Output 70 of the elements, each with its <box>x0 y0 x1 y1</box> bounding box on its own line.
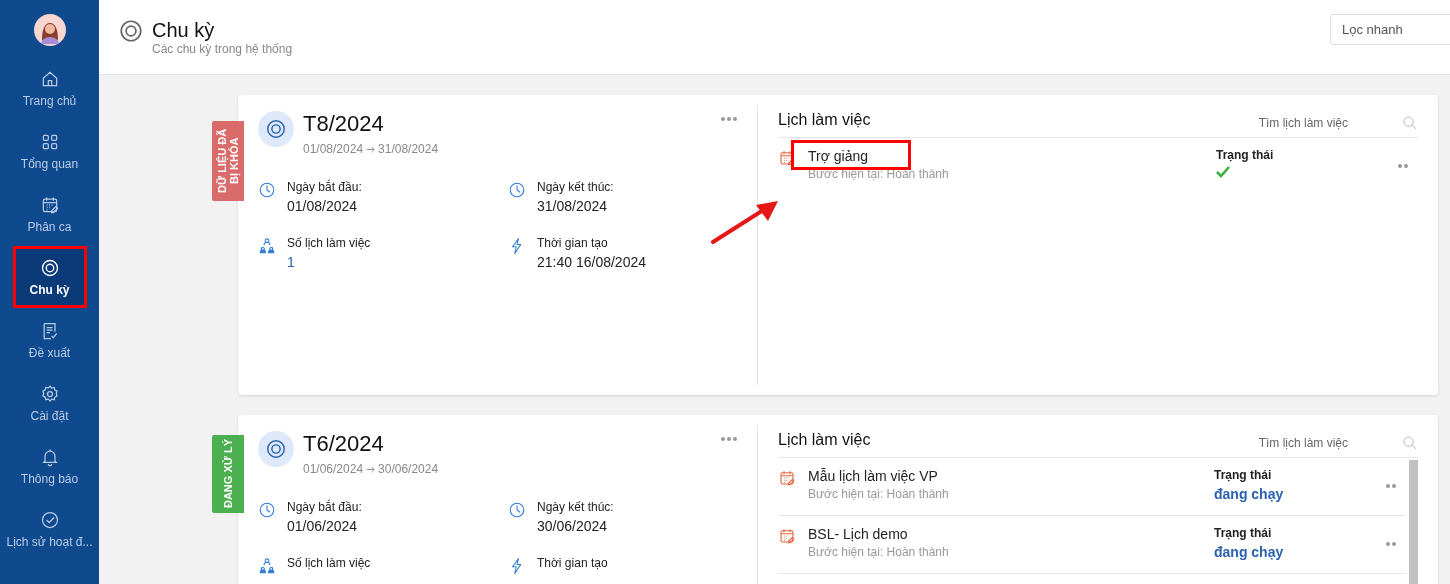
search-icon <box>1402 115 1418 131</box>
calendar-icon <box>778 527 796 545</box>
calendar-icon <box>778 469 796 487</box>
start-date: 01/06/2024 <box>303 462 364 476</box>
status-text: đang chạy <box>1214 486 1285 502</box>
end-date: 30/06/2024 <box>378 462 439 476</box>
clock-icon <box>508 181 526 199</box>
field-label: Thời gian tạo <box>537 556 608 570</box>
field-value: 21:40 16/08/2024 <box>537 254 646 270</box>
settings-icon <box>39 383 60 404</box>
schedule-step: Bước hiện tại: Hoàn thành <box>808 545 1202 559</box>
check-icon <box>1216 166 1230 178</box>
status-text: đang chạy <box>1214 544 1285 560</box>
field-label: Số lịch làm việc <box>287 236 371 250</box>
end-date: 31/08/2024 <box>378 142 439 156</box>
target-icon <box>265 438 287 460</box>
schedule-name[interactable]: BSL- Lịch demo <box>808 526 908 542</box>
field-label: Ngày kết thúc: <box>537 180 614 194</box>
search-icon <box>1402 435 1418 451</box>
field-label: Ngày kết thúc: <box>537 500 614 514</box>
schedule-step: Bước hiện tại: Hoàn thành <box>808 487 1202 501</box>
nav-item[interactable]: Chu kỳ <box>13 247 86 307</box>
status-tag: ĐANG XỬ LÝ <box>212 435 244 513</box>
more-icon[interactable] <box>1398 162 1408 170</box>
field-label: Số lịch làm việc <box>287 556 371 570</box>
page-subtitle: Các chu kỳ trong hệ thống <box>152 42 293 56</box>
search-field[interactable]: Tìm lịch làm việc <box>1258 436 1348 450</box>
status-tag: DỮ LIỆU ĐÃ BỊ KHÓA <box>212 121 244 201</box>
nav-item[interactable]: Thông báo <box>13 436 86 496</box>
clock-icon <box>258 181 276 199</box>
nav-item[interactable]: Tổng quan <box>13 121 86 181</box>
more-icon[interactable] <box>1386 540 1396 548</box>
status-label: Trạng thái <box>1214 468 1273 482</box>
people-icon <box>258 557 276 575</box>
section-title: Lịch làm việc <box>778 431 872 449</box>
field-value[interactable]: 1 <box>287 254 371 270</box>
avatar[interactable] <box>33 14 66 46</box>
filter-field[interactable]: Lọc nhanh <box>1330 13 1450 45</box>
target-icon <box>39 257 60 278</box>
cycle-title: T6/2024 <box>303 431 385 457</box>
field-label: Ngày bắt đầu: <box>287 500 362 514</box>
nav-item[interactable]: Phân ca <box>13 184 86 244</box>
schedule-name[interactable]: Trợ giảng <box>808 148 869 164</box>
section-title: Lịch làm việc <box>778 111 872 129</box>
start-date: 01/08/2024 <box>303 142 364 156</box>
more-icon[interactable] <box>1386 482 1396 490</box>
people-icon <box>258 237 276 255</box>
page-title: Chu kỳ <box>152 18 216 42</box>
arrow-icon <box>366 464 376 474</box>
target-icon <box>118 18 144 44</box>
nav-item[interactable]: Cài đặt <box>13 373 86 433</box>
schedule-name[interactable]: Mẫu lịch làm việc VP <box>808 468 938 484</box>
status-label: Trạng thái <box>1216 148 1275 162</box>
clock-icon <box>258 501 276 519</box>
field-value: 01/08/2024 <box>287 198 359 214</box>
cycle-title: T8/2024 <box>303 111 385 137</box>
nav-item[interactable]: Lịch sử hoạt đ... <box>0 499 99 559</box>
arrow-icon <box>366 144 376 154</box>
target-icon <box>265 118 287 140</box>
field-label: Ngày bắt đầu: <box>287 180 362 194</box>
field-label: Thời gian tạo <box>537 236 609 250</box>
search-field[interactable]: Tìm lịch làm việc <box>1258 116 1348 130</box>
field-value: 01/06/2024 <box>287 518 359 534</box>
field-value: 30/06/2024 <box>537 518 609 534</box>
field-value: 31/08/2024 <box>537 198 609 214</box>
nav-item[interactable]: Trang chủ <box>13 58 86 118</box>
check-circle-icon <box>39 509 60 530</box>
status-label: Trạng thái <box>1214 526 1273 540</box>
clock-icon <box>508 501 526 519</box>
nav-item[interactable]: Đề xuất <box>13 310 86 370</box>
